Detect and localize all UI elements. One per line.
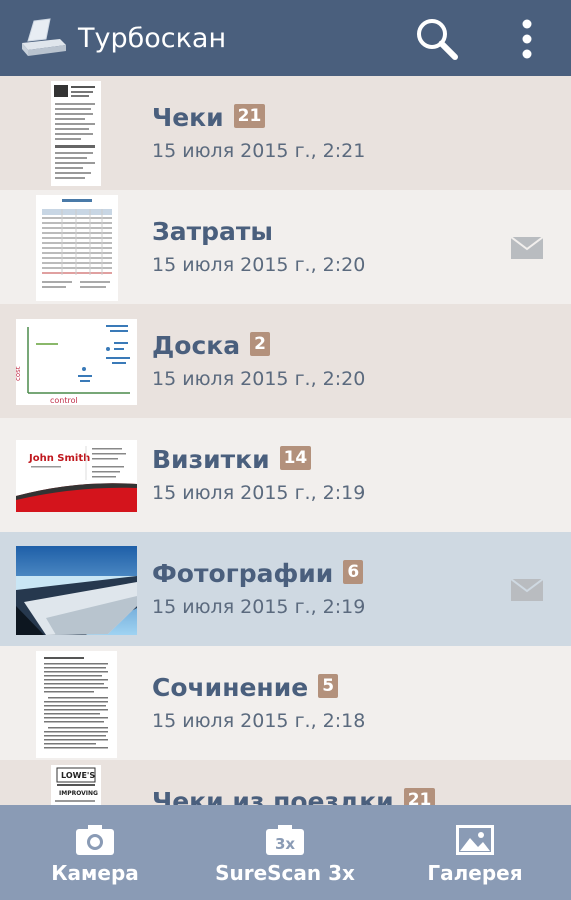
list-item-whiteboard[interactable]: cost control Доска 2 15 июля 2015 г., 2:2… (0, 304, 571, 418)
app-bar: Турбоскан (0, 0, 571, 76)
spreadsheet-thumbnail (36, 195, 118, 301)
page-count-badge: 21 (233, 104, 266, 128)
page-count-badge: 21 (403, 788, 436, 805)
list-item-business-cards[interactable]: John Smith Визитки 14 15 июля 2015 г., 2:… (0, 418, 571, 532)
list-item-receipts[interactable]: Чеки 21 15 июля 2015 г., 2:21 (0, 76, 571, 190)
page-count-badge: 14 (279, 446, 312, 470)
gallery-icon (456, 825, 494, 855)
document-title: Фотографии 6 (152, 557, 364, 591)
surescan-icon-text: 3x (275, 835, 295, 853)
document-title: Сочинение 5 (152, 671, 339, 705)
receipt-logo-text: LOWE'S (61, 771, 95, 780)
list-item-expenses[interactable]: Затраты 15 июля 2015 г., 2:20 (0, 190, 571, 304)
business-card-name: John Smith (28, 453, 90, 464)
list-item-trip-receipts[interactable]: LOWE'S IMPROVING Чеки из поездки 21 (0, 760, 571, 805)
list-item-essay[interactable]: Сочинение 5 15 июля 2015 г., 2:18 (0, 646, 571, 760)
surescan-label: SureScan 3x (215, 861, 355, 885)
app-title: Турбоскан (78, 23, 227, 54)
essay-thumbnail (36, 651, 117, 758)
business-card-thumbnail: John Smith (16, 440, 137, 512)
page-count-badge: 2 (250, 332, 270, 356)
mail-icon[interactable] (511, 237, 543, 259)
scanner-icon (22, 18, 66, 56)
receipt-thumbnail: LOWE'S IMPROVING (51, 765, 101, 805)
document-title: Визитки 14 (152, 443, 312, 477)
whiteboard-x-label: control (50, 396, 78, 405)
document-title: Доска 2 (152, 329, 270, 363)
photo-thumbnail (16, 546, 137, 635)
whiteboard-y-label: cost (16, 366, 22, 381)
document-date: 15 июля 2015 г., 2:19 (152, 596, 366, 618)
document-title: Чеки из поездки 21 (152, 785, 436, 805)
document-date: 15 июля 2015 г., 2:18 (152, 710, 366, 732)
document-title: Затраты (152, 217, 273, 246)
page-count-badge: 6 (343, 560, 364, 584)
gallery-button[interactable]: Галерея (380, 805, 570, 900)
document-date: 15 июля 2015 г., 2:20 (152, 254, 366, 276)
surescan-icon: 3x (266, 825, 304, 855)
page-count-badge: 5 (318, 674, 339, 698)
receipt-tagline-text: IMPROVING (59, 790, 98, 797)
mail-icon[interactable] (511, 579, 543, 601)
document-list: Чеки 21 15 июля 2015 г., 2:21 Затраты 15… (0, 76, 571, 805)
more-vert-icon[interactable] (505, 14, 549, 64)
bottom-action-bar: Камера 3x SureScan 3x Галерея (0, 805, 571, 900)
gallery-label: Галерея (427, 861, 523, 885)
camera-button[interactable]: Камера (0, 805, 190, 900)
camera-label: Камера (51, 861, 139, 885)
document-title: Чеки 21 (152, 101, 266, 135)
whiteboard-thumbnail: cost control (16, 319, 137, 405)
list-item-photos[interactable]: Фотографии 6 15 июля 2015 г., 2:19 (0, 532, 571, 646)
document-date: 15 июля 2015 г., 2:19 (152, 482, 366, 504)
document-date: 15 июля 2015 г., 2:20 (152, 368, 366, 390)
document-date: 15 июля 2015 г., 2:21 (152, 140, 366, 162)
receipt-thumbnail (51, 81, 101, 186)
search-icon[interactable] (412, 14, 462, 64)
surescan-button[interactable]: 3x SureScan 3x (190, 805, 380, 900)
camera-icon (76, 825, 114, 855)
